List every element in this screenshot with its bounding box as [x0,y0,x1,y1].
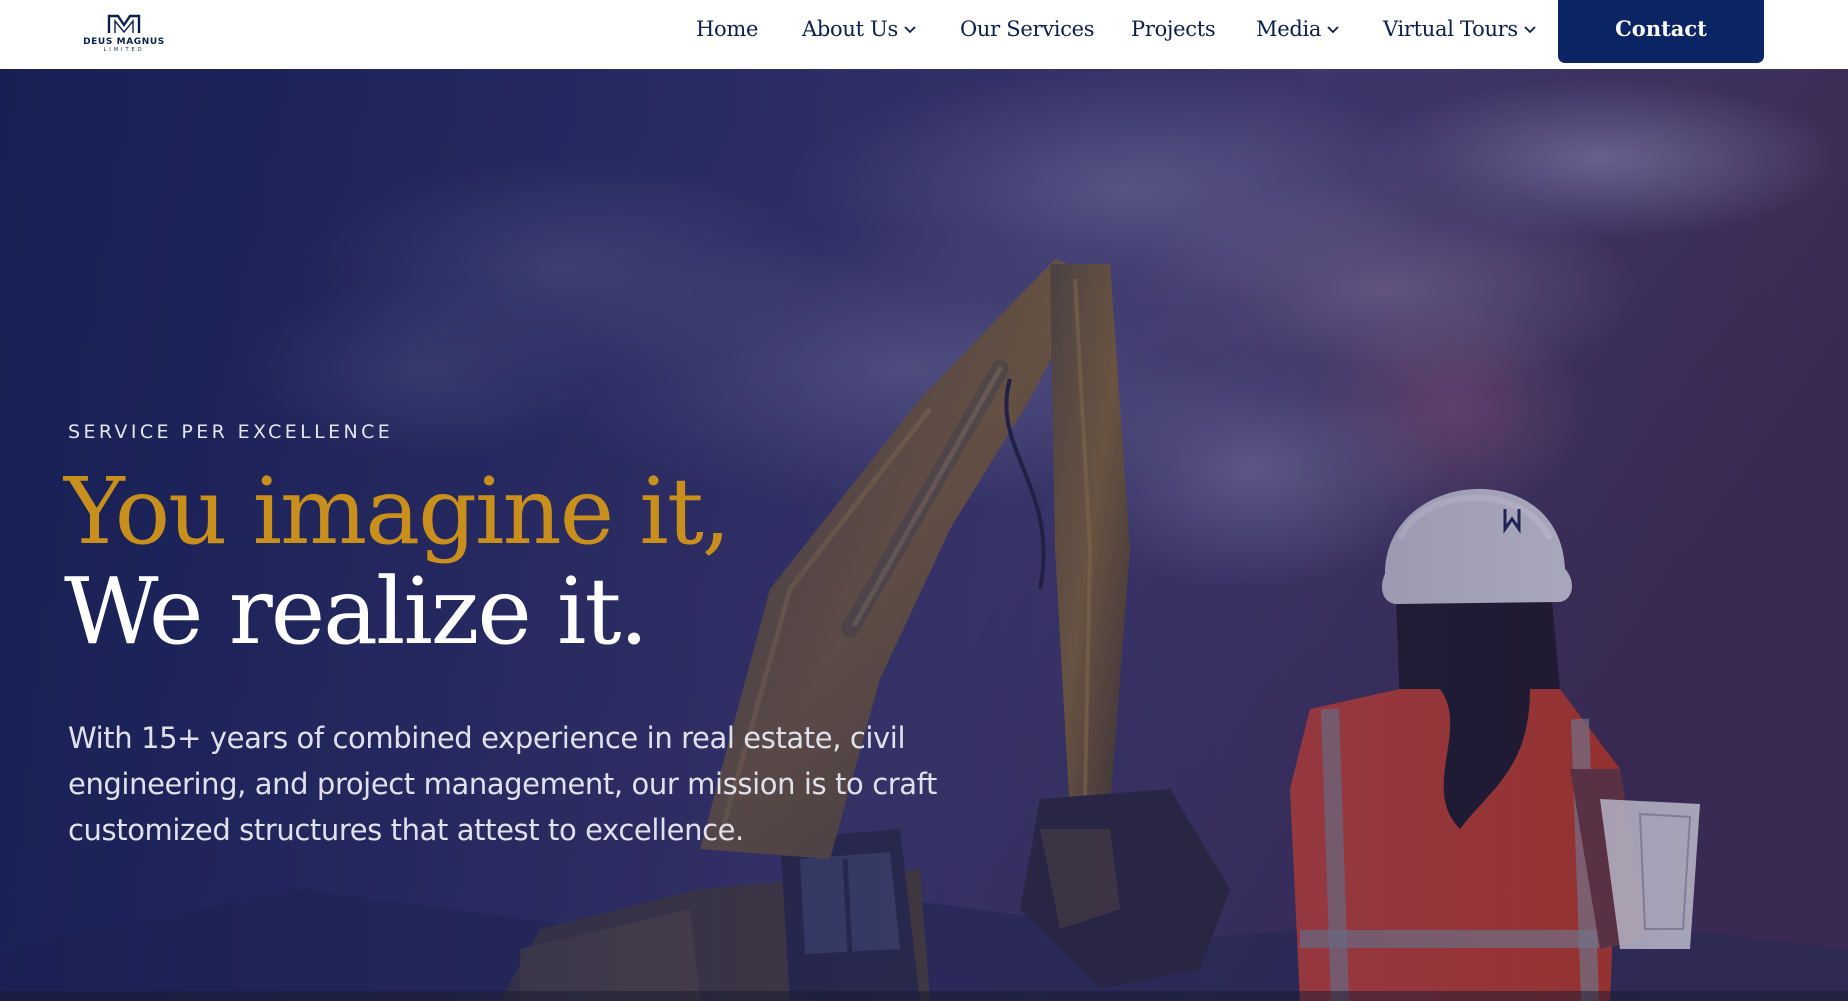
nav-item-label: Home [696,17,759,41]
hero-section: SERVICE PER EXCELLENCE You imagine it, W… [0,69,1848,1001]
hero-headline-line-2: We realize it. [64,558,649,665]
main-nav: Home About Us Our Services Projects Medi… [0,0,1848,63]
nav-item-media[interactable]: Media [1256,14,1340,44]
nav-item-home[interactable]: Home [696,14,758,44]
hero-tagline: SERVICE PER EXCELLENCE [68,421,394,443]
chevron-down-icon [904,26,916,34]
hero-headline-line-1: You imagine it, [64,458,731,565]
nav-item-about-us[interactable]: About Us [802,14,917,44]
hero-description: With 15+ years of combined experience in… [68,721,937,847]
nav-item-virtual-tours[interactable]: Virtual Tours [1383,14,1537,44]
nav-item-label: Virtual Tours [1383,17,1518,41]
nav-item-projects[interactable]: Projects [1131,14,1216,44]
nav-item-label: Media [1256,17,1322,41]
nav-item-label: Projects [1131,17,1216,41]
contact-button[interactable]: Contact [1558,0,1764,63]
site-header: DEUS MAGNUS LIMITED Home About Us Our Se… [0,0,1848,69]
nav-item-label: Our Services [960,17,1095,41]
chevron-down-icon [1524,26,1536,34]
chevron-down-icon [1327,26,1339,34]
nav-item-our-services[interactable]: Our Services [960,14,1095,44]
nav-item-label: About Us [802,17,898,41]
